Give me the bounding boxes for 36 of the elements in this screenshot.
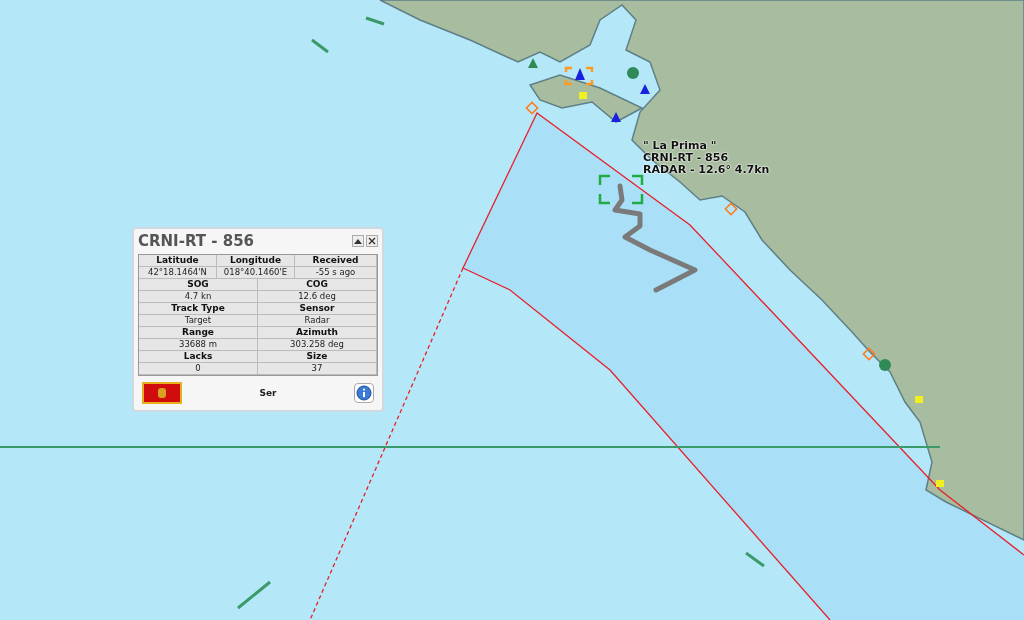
- table-cell: 37: [258, 363, 377, 375]
- table-header: Track Type: [139, 303, 258, 315]
- table-header: Longitude: [217, 255, 295, 267]
- track-label-line: " La Prima ": [643, 140, 718, 152]
- table-cell: 12.6 deg: [258, 291, 377, 303]
- track-label-line: RADAR - 12.6° 4.7kn: [643, 164, 770, 176]
- caret-icon: [354, 238, 362, 244]
- table-cell: 4.7 kn: [139, 291, 258, 303]
- info-button[interactable]: [354, 383, 374, 403]
- footer-text: Ser: [258, 388, 278, 398]
- table-header: Size: [258, 351, 377, 363]
- flag-icon: [142, 382, 182, 404]
- table-header: Lacks: [139, 351, 258, 363]
- table-header: SOG: [139, 279, 258, 291]
- table-header: Received: [295, 255, 377, 267]
- table-header: COG: [258, 279, 377, 291]
- table-cell: Radar: [258, 315, 377, 327]
- table-cell: 33688 m: [139, 339, 258, 351]
- table-header: Range: [139, 327, 258, 339]
- table-cell: 42°18.1464'N: [139, 267, 217, 279]
- table-cell: 018°40.1460'E: [217, 267, 295, 279]
- table-header: Latitude: [139, 255, 217, 267]
- table-cell: -55 s ago: [295, 267, 377, 279]
- close-button[interactable]: [366, 235, 378, 247]
- close-icon: [368, 237, 376, 245]
- track-label-line: CRNI-RT - 856: [643, 152, 730, 164]
- collapse-button[interactable]: [352, 235, 364, 247]
- panel-title: CRNI-RT - 856: [138, 232, 255, 250]
- table-cell: 0: [139, 363, 258, 375]
- selection-bracket: [564, 66, 594, 86]
- table-header: Sensor: [258, 303, 377, 315]
- table-cell: Target: [139, 315, 258, 327]
- info-icon: [356, 385, 372, 401]
- table-cell: 303.258 deg: [258, 339, 377, 351]
- table-header: Azimuth: [258, 327, 377, 339]
- target-bracket[interactable]: [598, 174, 644, 205]
